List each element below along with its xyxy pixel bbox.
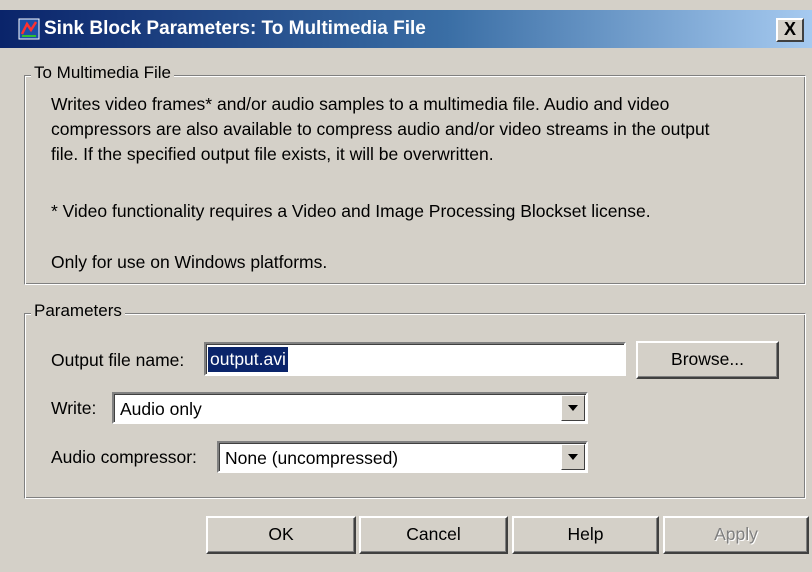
cancel-button[interactable]: Cancel [359,516,508,554]
description-line-2: compressors are also available to compre… [51,119,710,139]
close-button[interactable]: X [776,18,804,42]
dialog-window: Sink Block Parameters: To Multimedia Fil… [0,0,812,572]
apply-button[interactable]: Apply [663,516,809,554]
audio-compressor-label: Audio compressor: [51,447,197,467]
write-dropdown[interactable]: Audio only [112,392,588,424]
description-line-3: file. If the specified output file exist… [51,144,494,164]
parameters-group-legend: Parameters [31,301,125,321]
description-line-1: Writes video frames* and/or audio sample… [51,94,670,114]
ok-button[interactable]: OK [206,516,356,554]
description-line-4: * Video functionality requires a Video a… [51,201,651,221]
chevron-down-icon[interactable] [561,395,585,421]
chevron-down-icon[interactable] [561,444,585,470]
description-group-legend: To Multimedia File [31,63,174,83]
close-icon: X [783,19,796,39]
output-file-label: Output file name: [51,350,185,370]
output-file-value: output.avi [208,347,288,372]
audio-compressor-dropdown-value: None (uncompressed) [225,448,399,468]
title-bar[interactable]: Sink Block Parameters: To Multimedia Fil… [0,10,812,48]
write-label: Write: [51,398,97,418]
output-file-input[interactable]: output.avi [204,342,626,376]
window-title: Sink Block Parameters: To Multimedia Fil… [44,18,426,39]
audio-compressor-dropdown[interactable]: None (uncompressed) [217,441,588,473]
help-button[interactable]: Help [512,516,659,554]
browse-button[interactable]: Browse... [636,341,779,379]
simulink-block-icon [18,18,40,40]
description-line-5: Only for use on Windows platforms. [51,252,328,272]
write-dropdown-value: Audio only [120,399,202,419]
